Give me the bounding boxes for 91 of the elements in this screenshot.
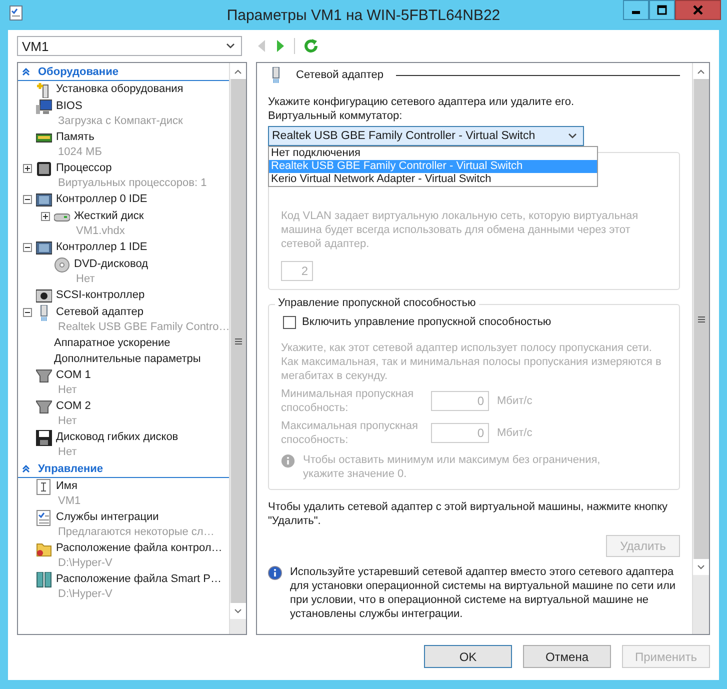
- group-title: Управление пропускной способностью: [275, 297, 479, 309]
- section-title: Сетевой адаптер: [296, 69, 384, 81]
- scrollbar[interactable]: [692, 63, 709, 634]
- maximize-icon: [657, 5, 667, 15]
- tree-item-detail: Предлагаются некоторые сл…: [57, 525, 214, 540]
- tree-item[interactable]: COM 1: [56, 368, 91, 383]
- tree-item[interactable]: Сетевой адаптер: [56, 305, 144, 320]
- chevron-up-icon[interactable]: [234, 68, 242, 74]
- field-label: Виртуальный коммутатор:: [268, 109, 404, 123]
- remove-instruction-text: Чтобы удалить сетевой адаптер с этой виртуальной машины, нажмите кнопку "Удалить".: [268, 500, 669, 528]
- collapse-icon[interactable]: [22, 243, 32, 252]
- tree-item[interactable]: COM 2: [56, 399, 91, 414]
- tree-item[interactable]: Расположение файла Smart P…: [56, 572, 222, 587]
- port-icon: [36, 368, 52, 384]
- tree-item[interactable]: Аппаратное ускорение: [54, 336, 170, 351]
- chip-icon: [36, 161, 52, 177]
- chevron-down-icon[interactable]: [234, 608, 242, 614]
- tree-item[interactable]: Жесткий диск: [74, 209, 144, 224]
- tree-item-detail: Загрузка с Компакт-диск: [57, 114, 183, 129]
- chevron-down-icon: [226, 43, 235, 49]
- tree-item[interactable]: DVD-дисковод: [74, 257, 148, 272]
- instruction-text: Укажите конфигурацию сетевого адаптера или удалите его.: [268, 95, 576, 109]
- tree-item[interactable]: Дисковод гибких дисков: [56, 430, 178, 445]
- info-text: Используйте устаревший сетевой адаптер вместо этого сетевого адаптера для установки операционной системы на виртуальной машине по сети или при условии, что в операционной системе на виртуальной машине не установлены службы интеграции.: [290, 565, 677, 621]
- bandwidth-description: Укажите, как этот сетевой адаптер использует полосу пропускания сети. Как максимальная, так и минимальная полосы пропускания измеряются в мегабитах в секунду.: [281, 341, 662, 383]
- section-header[interactable]: Управление: [38, 463, 104, 475]
- tree-item[interactable]: Процессор: [56, 161, 112, 176]
- close-button[interactable]: [675, 0, 721, 20]
- disc-icon: [54, 257, 70, 273]
- close-icon: [693, 5, 703, 15]
- unit-label: Мбит/с: [497, 426, 532, 440]
- field-label: Минимальная пропускная способность:: [281, 387, 415, 415]
- tree-item[interactable]: Расположение файла контрол…: [56, 541, 222, 556]
- info-icon: [268, 566, 282, 580]
- tree-item-detail: Нет: [57, 383, 77, 398]
- minimize-button[interactable]: [623, 0, 649, 20]
- vlan-description: Код VLAN задает виртуальную локальную сеть, которую виртуальная машина будет всегда использовать для обмена данными через этот сетевой адаптер.: [281, 209, 640, 251]
- text-cursor-icon: [36, 479, 52, 495]
- chevron-down-icon[interactable]: [697, 564, 705, 570]
- section-header[interactable]: Оборудование: [38, 66, 118, 78]
- tree-item[interactable]: Контроллер 0 IDE: [56, 192, 148, 207]
- controller-icon: [36, 240, 52, 256]
- controller-icon: [36, 192, 52, 208]
- grip-icon: [698, 316, 704, 322]
- port-icon: [36, 399, 52, 415]
- tree-item[interactable]: Имя: [56, 479, 78, 494]
- field-label: Максимальная пропускная способность:: [281, 419, 420, 447]
- server-icon: [36, 572, 52, 588]
- dropdown-option[interactable]: Нет подключения: [269, 147, 597, 160]
- tree-item-detail: Нет: [75, 272, 95, 287]
- grip-icon: [234, 338, 242, 344]
- unit-label: Мбит/с: [497, 394, 532, 408]
- collapse-icon[interactable]: [22, 308, 32, 317]
- tree-item-detail: VM1.vhdx: [75, 224, 125, 239]
- checkbox-label[interactable]: Включить управление пропускной способностью: [302, 315, 552, 329]
- maximize-button[interactable]: [649, 0, 675, 20]
- tree-item[interactable]: Установка оборудования: [56, 82, 184, 97]
- collapse-icon[interactable]: [22, 195, 32, 204]
- tree-item-detail: D:\Hyper-V: [57, 587, 112, 602]
- tree-item[interactable]: Память: [56, 130, 94, 145]
- expand-icon[interactable]: [40, 212, 50, 221]
- tree-item[interactable]: BIOS: [56, 99, 82, 114]
- checklist-icon: [36, 510, 52, 526]
- expand-icon[interactable]: [22, 164, 32, 173]
- tree-item-detail: Нет: [57, 445, 77, 460]
- tree-item[interactable]: Контроллер 1 IDE: [56, 240, 148, 255]
- vm-select[interactable]: VM1: [17, 36, 242, 56]
- tree-item-detail: Realtek USB GBE Family Contro…: [57, 320, 229, 335]
- tree-item[interactable]: Службы интеграции: [56, 510, 159, 525]
- settings-document-icon: [8, 5, 24, 21]
- tree-item-detail: Нет: [57, 414, 77, 429]
- tree-item[interactable]: SCSI-контроллер: [56, 288, 145, 303]
- info-text: Чтобы оставить минимум или максимум без ограничения, укажите значение 0.: [303, 453, 602, 481]
- window-title: Параметры VM1 на WIN-5FBTL64NB22: [226, 6, 500, 24]
- tree-item-detail: D:\Hyper-V: [57, 556, 112, 571]
- info-icon: [281, 454, 295, 468]
- tree-item-detail: 1024 МБ: [57, 145, 102, 160]
- checkbox[interactable]: [283, 316, 296, 328]
- dialog-button[interactable]: OK: [424, 645, 512, 668]
- dropdown-option[interactable]: Kerio Virtual Network Adapter - Virtual Switch: [269, 173, 597, 186]
- chevron-up-icon[interactable]: [697, 68, 705, 74]
- tree-item[interactable]: Дополнительные параметры: [54, 352, 201, 367]
- virtual-switch-dropdown[interactable]: Realtek USB GBE Family Controller - Virtual Switch: [268, 126, 584, 146]
- tree-item-detail: Виртуальных процессоров: 1: [57, 176, 207, 191]
- folder-icon: [36, 541, 52, 557]
- scsi-icon: [36, 288, 52, 304]
- tree-item-detail: VM1: [57, 494, 81, 509]
- dialog-button[interactable]: Отмена: [523, 645, 611, 668]
- scrollbar[interactable]: [229, 63, 246, 634]
- monitor-icon: [36, 99, 52, 115]
- chevron-down-icon: [568, 133, 577, 139]
